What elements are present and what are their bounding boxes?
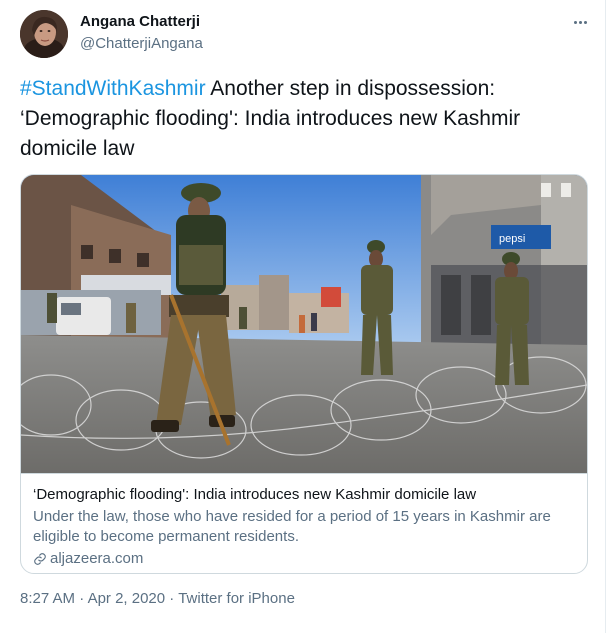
- meta-separator: ·: [75, 590, 88, 607]
- tweet-date[interactable]: Apr 2, 2020: [88, 590, 166, 607]
- card-domain: aljazeera.com: [33, 550, 143, 567]
- tweet-source[interactable]: Twitter for iPhone: [178, 590, 295, 607]
- tweet-time[interactable]: 8:27 AM: [20, 590, 75, 607]
- avatar[interactable]: [20, 10, 68, 58]
- avatar-image: [20, 10, 68, 58]
- tweet-text: #StandWithKashmir Another step in dispos…: [20, 74, 580, 164]
- link-icon: [34, 552, 46, 565]
- tweet-meta: 8:27 AM · Apr 2, 2020 · Twitter for iPho…: [20, 590, 295, 607]
- author-display-name[interactable]: Angana Chatterji: [80, 13, 200, 30]
- hashtag-link[interactable]: #StandWithKashmir: [20, 77, 206, 100]
- meta-separator: ·: [165, 590, 179, 607]
- author-handle[interactable]: @ChatterjiAngana: [80, 35, 203, 52]
- card-text-section: ‘Demographic flooding': India introduces…: [21, 473, 587, 573]
- pepsi-sign: pepsi: [499, 233, 525, 245]
- card-image: pepsi: [21, 175, 587, 473]
- link-preview-card[interactable]: pepsi ‘Demographic flooding': India intr…: [20, 174, 588, 574]
- card-description: Under the law, those who have resided fo…: [33, 508, 551, 545]
- card-domain-text: aljazeera.com: [50, 550, 144, 567]
- card-title: ‘Demographic flooding': India introduces…: [33, 486, 477, 503]
- more-icon[interactable]: [568, 14, 592, 30]
